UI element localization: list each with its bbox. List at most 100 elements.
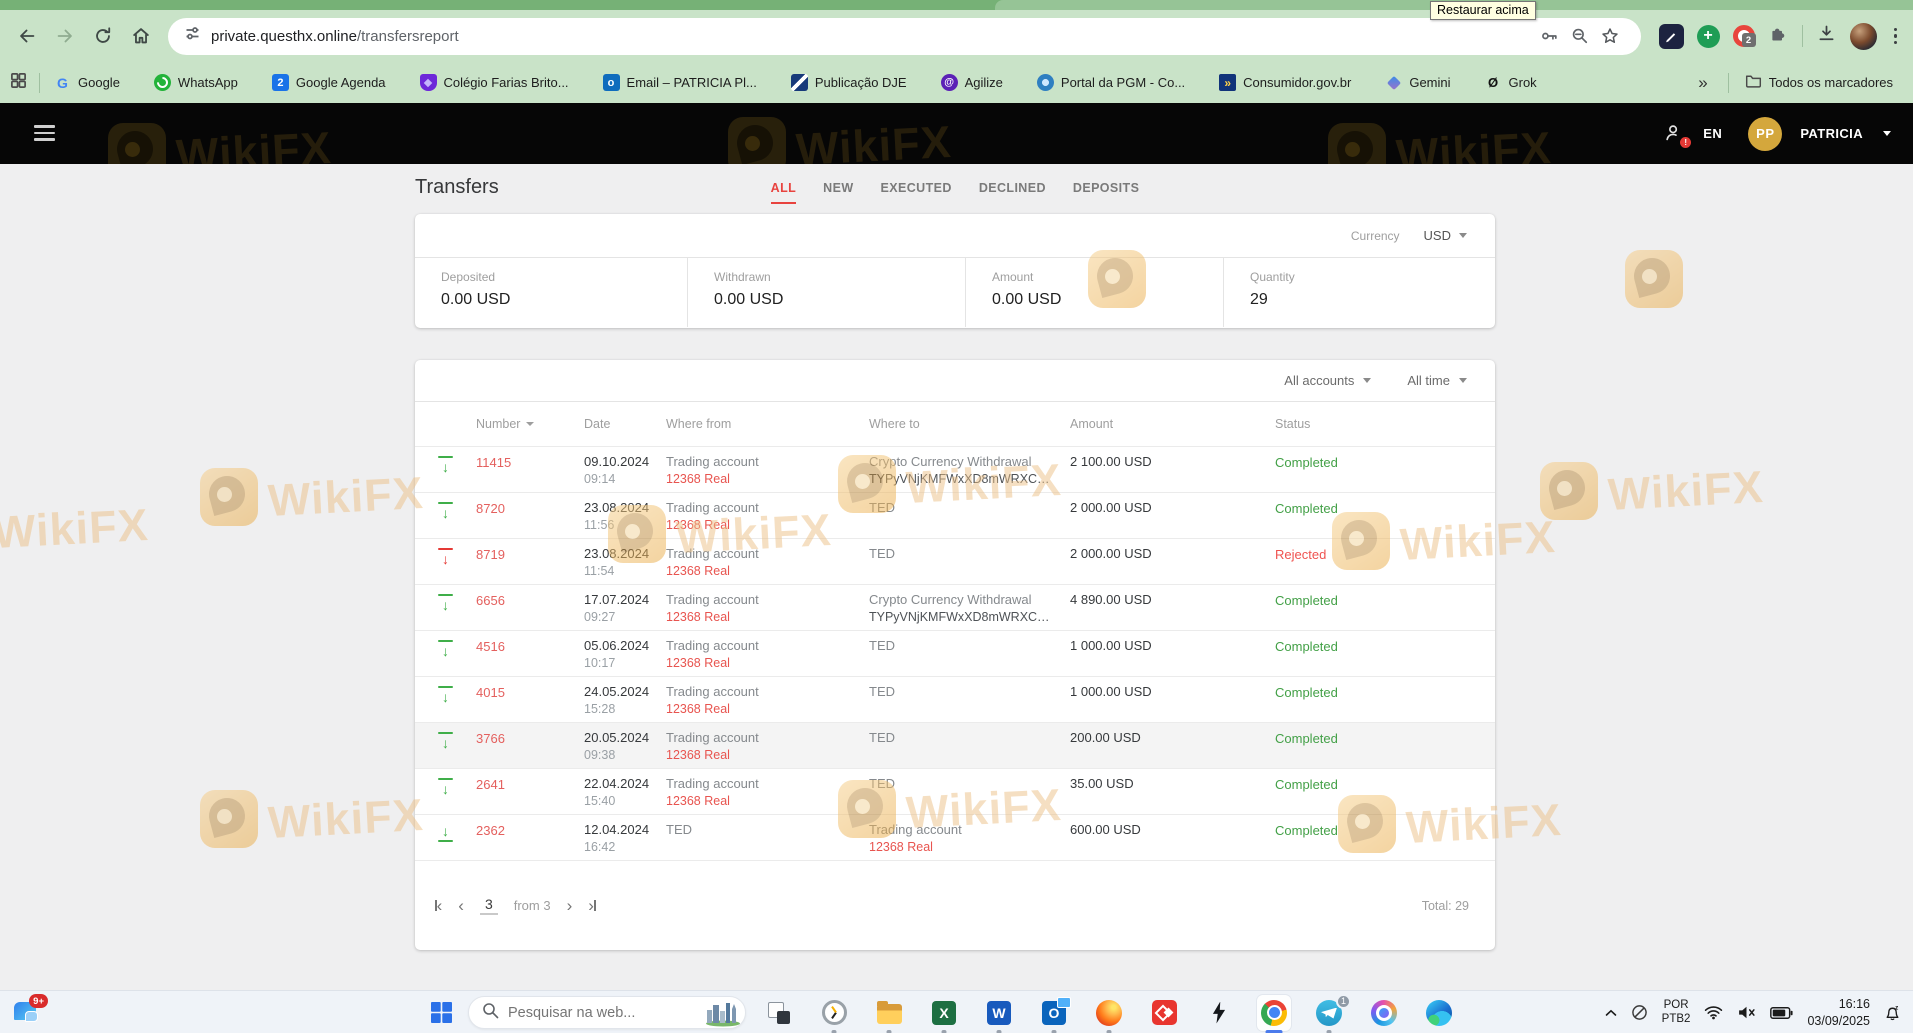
bookmark-portal-da-pgm-co[interactable]: Portal da PGM - Co... bbox=[1037, 74, 1185, 91]
next-page-button[interactable]: › bbox=[567, 897, 573, 914]
chevron-down-icon[interactable] bbox=[1883, 131, 1891, 136]
column-amount: Amount bbox=[1070, 417, 1275, 431]
bookmark-star-icon[interactable] bbox=[1595, 21, 1625, 51]
bookmark-col-gio-farias-brito[interactable]: Colégio Farias Brito... bbox=[420, 74, 569, 91]
current-page[interactable]: 3 bbox=[480, 896, 498, 915]
reload-button[interactable] bbox=[84, 17, 122, 55]
volume-muted-icon[interactable] bbox=[1737, 1005, 1756, 1020]
downloads-icon[interactable] bbox=[1816, 23, 1837, 49]
language-selector[interactable]: EN bbox=[1703, 126, 1722, 141]
extensions-puzzle-icon[interactable] bbox=[1768, 23, 1789, 49]
pinned-extension-icon[interactable] bbox=[1659, 24, 1684, 49]
telegram-app[interactable]: 1 bbox=[1312, 995, 1346, 1031]
running-indicator bbox=[887, 1030, 892, 1033]
tray-disabled-icon[interactable] bbox=[1631, 1004, 1648, 1021]
last-page-button[interactable]: › bbox=[588, 897, 595, 914]
clock-app[interactable] bbox=[817, 995, 851, 1031]
red-diamond-app-app[interactable] bbox=[1147, 995, 1181, 1031]
all-bookmarks-button[interactable]: Todos os marcadores bbox=[1745, 73, 1893, 93]
transfer-from: TED bbox=[666, 822, 869, 838]
prev-page-button[interactable]: ‹ bbox=[458, 897, 464, 914]
black-bolt-app-app[interactable] bbox=[1202, 995, 1236, 1031]
currency-select[interactable]: USD bbox=[1424, 228, 1467, 243]
wifi-icon[interactable] bbox=[1704, 1005, 1723, 1020]
colegio-icon bbox=[420, 74, 437, 91]
transfer-number[interactable]: 6656 bbox=[476, 593, 505, 608]
home-button[interactable] bbox=[122, 17, 160, 55]
battery-icon[interactable] bbox=[1770, 1006, 1793, 1020]
file-explorer-app[interactable] bbox=[872, 995, 906, 1031]
username[interactable]: PATRICIA bbox=[1800, 126, 1863, 141]
user-avatar[interactable]: PP bbox=[1748, 117, 1782, 151]
language-indicator[interactable]: PORPTB2 bbox=[1662, 999, 1691, 1027]
tab-executed[interactable]: EXECUTED bbox=[881, 181, 952, 204]
tray-chevron-up-icon[interactable] bbox=[1605, 1009, 1617, 1017]
tab-all[interactable]: ALL bbox=[771, 181, 797, 204]
transfer-row-8720[interactable]: ↓872023.08.202411:56Trading account12368… bbox=[415, 492, 1495, 538]
search-input[interactable] bbox=[508, 1005, 678, 1021]
bookmark-consumidor-gov-br[interactable]: Consumidor.gov.br bbox=[1219, 74, 1351, 91]
address-bar[interactable]: private.questhx.online/transfersreport bbox=[168, 18, 1641, 55]
apps-grid-icon[interactable] bbox=[10, 72, 27, 94]
hamburger-menu-icon[interactable] bbox=[34, 125, 55, 141]
first-page-button[interactable]: ‹ bbox=[435, 897, 442, 914]
transfer-number[interactable]: 2362 bbox=[476, 823, 505, 838]
add-extension-icon[interactable]: + bbox=[1697, 25, 1720, 48]
transfer-number[interactable]: 2641 bbox=[476, 777, 505, 792]
transfer-row-4015[interactable]: ↓401524.05.202415:28Trading account12368… bbox=[415, 676, 1495, 722]
zoom-out-icon[interactable] bbox=[1565, 21, 1595, 51]
transfer-number[interactable]: 4015 bbox=[476, 685, 505, 700]
forward-button[interactable] bbox=[46, 17, 84, 55]
profile-avatar[interactable] bbox=[1850, 23, 1877, 50]
bookmark-grok[interactable]: Grok bbox=[1485, 74, 1537, 91]
transfer-row-4516[interactable]: ↓451605.06.202410:17Trading account12368… bbox=[415, 630, 1495, 676]
notification-extension-icon[interactable]: 2 bbox=[1733, 25, 1755, 47]
copilot-app[interactable] bbox=[1367, 995, 1401, 1031]
transfer-row-2641[interactable]: ↓264122.04.202415:40Trading account12368… bbox=[415, 768, 1495, 814]
transfer-row-8719[interactable]: ↓871923.08.202411:54Trading account12368… bbox=[415, 538, 1495, 584]
column-number[interactable]: Number bbox=[476, 417, 584, 431]
bookmark-google[interactable]: Google bbox=[54, 74, 120, 91]
excel-app[interactable] bbox=[927, 995, 961, 1031]
search-highlight-image[interactable] bbox=[704, 999, 742, 1027]
browser-tab-strip[interactable] bbox=[0, 0, 1913, 10]
password-key-icon[interactable] bbox=[1535, 21, 1565, 51]
taskbar-search[interactable] bbox=[468, 996, 746, 1029]
bookmark-google-agenda[interactable]: Google Agenda bbox=[272, 74, 386, 91]
back-button[interactable] bbox=[8, 17, 46, 55]
bookmark-agilize[interactable]: Agilize bbox=[941, 74, 1003, 91]
tab-declined[interactable]: DECLINED bbox=[979, 181, 1046, 204]
tab-deposits[interactable]: DEPOSITS bbox=[1073, 181, 1139, 204]
bookmark-whatsapp[interactable]: WhatsApp bbox=[154, 74, 238, 91]
time-filter[interactable]: All time bbox=[1407, 373, 1467, 388]
transfer-row-6656[interactable]: ↓665617.07.202409:27Trading account12368… bbox=[415, 584, 1495, 630]
firefox-app[interactable] bbox=[1092, 995, 1126, 1031]
transfer-number[interactable]: 8720 bbox=[476, 501, 505, 516]
bookmark-publica-o-dje[interactable]: Publicação DJE bbox=[791, 74, 907, 91]
bookmarks-overflow-chevron[interactable]: » bbox=[1694, 73, 1711, 93]
edge-app[interactable] bbox=[1422, 995, 1456, 1031]
transfer-row-3766[interactable]: ↓376620.05.202409:38Trading account12368… bbox=[415, 722, 1495, 768]
tune-icon[interactable] bbox=[184, 25, 201, 47]
chrome-app[interactable] bbox=[1257, 995, 1291, 1031]
clock-date[interactable]: 16:1603/09/2025 bbox=[1807, 996, 1870, 1029]
bookmark-email-patricia-pl[interactable]: Email – PATRICIA Pl... bbox=[603, 74, 757, 91]
transfer-number[interactable]: 3766 bbox=[476, 731, 505, 746]
chat-app-icon[interactable]: 9+ bbox=[12, 996, 48, 1030]
word-app[interactable] bbox=[982, 995, 1016, 1031]
bookmark-gemini[interactable]: Gemini bbox=[1385, 74, 1450, 91]
transfer-row-11415[interactable]: ↓1141509.10.202409:14Trading account1236… bbox=[415, 446, 1495, 492]
transfer-row-2362[interactable]: ↓236212.04.202416:42TEDTrading account12… bbox=[415, 814, 1495, 860]
task-view-app[interactable] bbox=[762, 995, 796, 1031]
transfer-number[interactable]: 11415 bbox=[476, 455, 511, 470]
start-button[interactable] bbox=[424, 997, 458, 1028]
accounts-filter[interactable]: All accounts bbox=[1284, 373, 1371, 388]
transfer-number[interactable]: 8719 bbox=[476, 547, 505, 562]
transfer-number[interactable]: 4516 bbox=[476, 639, 505, 654]
tab-new[interactable]: NEW bbox=[823, 181, 853, 204]
notification-bell-icon[interactable]: z bbox=[1884, 1004, 1901, 1021]
transfer-from: Trading account bbox=[666, 546, 869, 562]
browser-menu-icon[interactable] bbox=[1890, 28, 1902, 45]
account-alert-icon[interactable]: ! bbox=[1663, 122, 1687, 146]
outlook-app[interactable] bbox=[1037, 995, 1071, 1031]
